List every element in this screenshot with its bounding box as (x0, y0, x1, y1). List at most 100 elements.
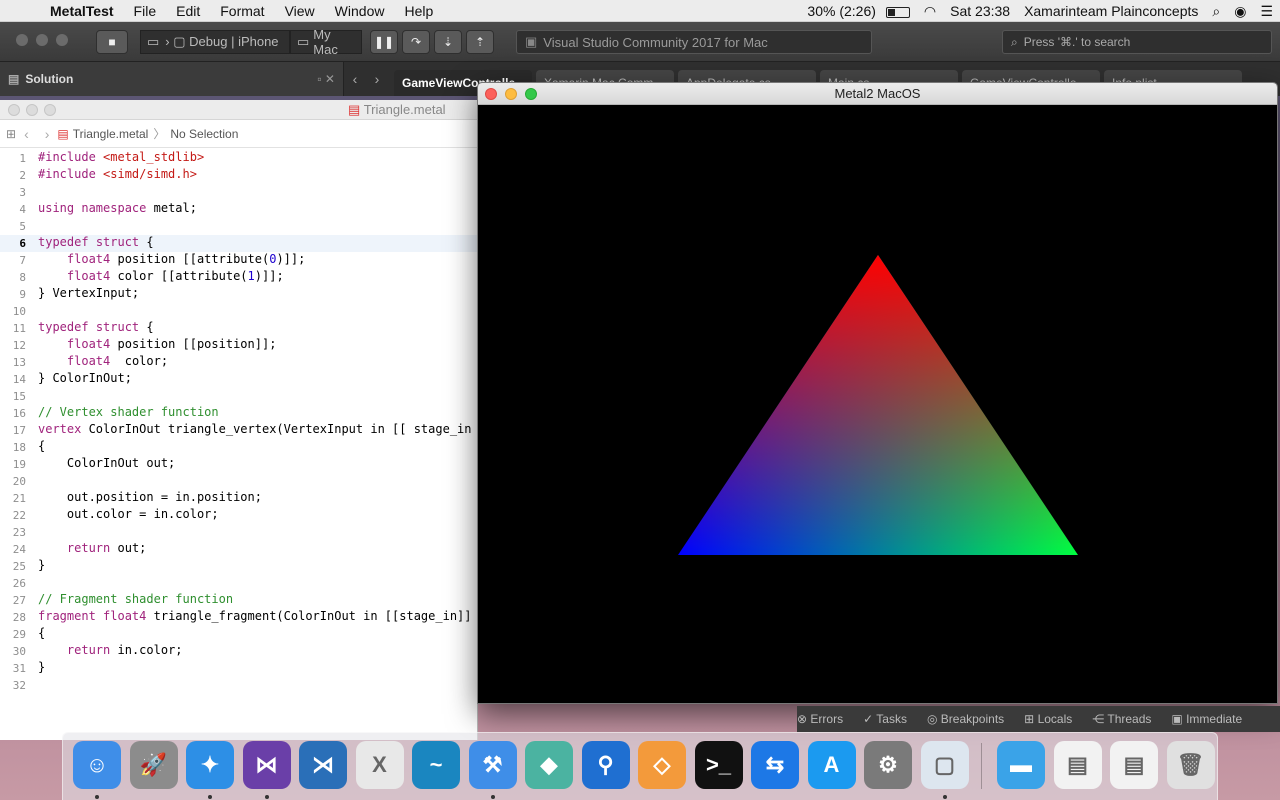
code-line[interactable]: } ColorInOut; (38, 371, 132, 385)
code-line[interactable]: typedef struct { (38, 235, 154, 249)
minimize-button[interactable] (505, 88, 517, 100)
line-number: 7 (19, 254, 26, 267)
user-name[interactable]: Xamarinteam Plainconcepts (1017, 3, 1205, 19)
pad-options-icon[interactable]: ▫ ✕ (317, 72, 335, 86)
step-into-button[interactable]: ⇣ (434, 29, 462, 54)
code-line[interactable]: out.position = in.position; (38, 490, 262, 504)
vs-code-icon[interactable]: ⋊ (299, 741, 347, 789)
preview-icon[interactable]: ▢ (920, 741, 969, 789)
target-selector[interactable]: ▭ My Mac (290, 27, 362, 57)
system-preferences-icon[interactable]: ⚙ (864, 741, 912, 789)
clock[interactable]: Sat 23:38 (943, 3, 1017, 19)
zoom-button[interactable] (525, 88, 537, 100)
code-line[interactable]: typedef struct { (38, 320, 154, 334)
app-design-icon[interactable]: ◆ (525, 741, 573, 789)
trash-icon[interactable]: 🗑 (1166, 741, 1215, 789)
code-line[interactable]: // Vertex shader function (38, 405, 219, 419)
xamarin-icon[interactable]: X (355, 741, 404, 789)
line-number: 1 (19, 152, 26, 165)
close-light[interactable] (8, 104, 20, 116)
errors-pad[interactable]: ⊗ Errors (797, 712, 843, 726)
step-over-button[interactable]: ↷ (402, 29, 430, 54)
nav-forward-icon[interactable]: › (45, 126, 50, 142)
code-line[interactable]: } VertexInput; (38, 286, 139, 300)
solution-title[interactable]: Solution (25, 72, 73, 86)
related-items-icon[interactable]: ⊞ (6, 127, 16, 141)
search-input[interactable]: ⌕ Press '⌘.' to search (1002, 30, 1272, 54)
nav-back-icon[interactable]: ‹ (24, 126, 29, 142)
folder-icon[interactable]: ▬ (997, 741, 1045, 789)
line-number: 17 (12, 424, 26, 437)
code-line[interactable]: return in.color; (38, 643, 183, 657)
code-line[interactable]: vertex ColorInOut triangle_vertex(Vertex… (38, 422, 472, 436)
zoom-light[interactable] (44, 104, 56, 116)
menu-file[interactable]: File (124, 3, 167, 19)
line-number: 8 (19, 271, 26, 284)
zoom-light[interactable] (56, 34, 68, 46)
solution-icon: ▤ (8, 72, 20, 86)
code-line[interactable]: return out; (38, 541, 146, 555)
code-line[interactable]: #include <simd/simd.h> (38, 167, 197, 181)
code-line[interactable]: // Fragment shader function (38, 592, 233, 606)
wifi-icon[interactable]: ◠ (917, 3, 943, 20)
locals-pad[interactable]: ⊞ Locals (1024, 712, 1072, 726)
path-file[interactable]: Triangle.metal (73, 127, 149, 141)
pause-button[interactable]: ❚❚ (370, 29, 398, 54)
breakpoints-pad[interactable]: ◎ Breakpoints (927, 712, 1004, 726)
step-out-button[interactable]: ⇡ (466, 29, 494, 54)
code-line[interactable]: using namespace metal; (38, 201, 197, 215)
code-line[interactable]: } (38, 558, 45, 572)
launchpad-icon[interactable]: 🚀 (129, 741, 178, 789)
line-number: 24 (12, 543, 26, 556)
xcode-icon[interactable]: ⚒ (468, 741, 517, 789)
metal-window[interactable]: Metal2 MacOS (477, 82, 1278, 704)
code-line[interactable]: { (38, 439, 45, 453)
notification-center-icon[interactable]: ☰ (1253, 3, 1280, 20)
minimize-light[interactable] (26, 104, 38, 116)
finder-icon[interactable]: ☺ (73, 741, 121, 789)
line-number: 12 (12, 339, 26, 352)
immediate-pad[interactable]: ▣ Immediate (1171, 712, 1242, 726)
code-line[interactable]: } (38, 660, 45, 674)
render-canvas[interactable] (478, 105, 1278, 704)
safari-icon[interactable]: ✦ (186, 741, 234, 789)
code-line[interactable]: float4 color; (38, 354, 168, 368)
metal-file-icon: ▤ (57, 126, 69, 141)
terminal-icon[interactable]: >_ (694, 741, 743, 789)
stop-button[interactable]: ■ (96, 29, 128, 54)
threads-pad[interactable]: ⋲ Threads (1092, 712, 1151, 726)
tab-back-icon[interactable]: ‹ (344, 71, 366, 87)
tasks-pad[interactable]: ✓ Tasks (863, 712, 907, 726)
minimize-light[interactable] (36, 34, 48, 46)
code-line[interactable]: float4 position [[attribute(0)]]; (38, 252, 305, 266)
code-line[interactable]: float4 position [[position]]; (38, 337, 277, 351)
menu-app[interactable]: MetalTest (40, 3, 124, 19)
code-line[interactable]: float4 color [[attribute(1)]]; (38, 269, 284, 283)
path-selection[interactable]: No Selection (170, 127, 238, 141)
screenshots-icon[interactable]: ▤ (1053, 741, 1102, 789)
code-line[interactable]: { (38, 626, 45, 640)
code-line[interactable]: #include <metal_stdlib> (38, 150, 204, 164)
code-line[interactable]: fragment float4 triangle_fragment(ColorI… (38, 609, 472, 623)
menu-help[interactable]: Help (394, 3, 443, 19)
code-line[interactable]: ColorInOut out; (38, 456, 175, 470)
documents-icon[interactable]: ▤ (1110, 741, 1158, 789)
code-line[interactable]: out.color = in.color; (38, 507, 219, 521)
visual-studio-icon[interactable]: ⋈ (242, 741, 291, 789)
close-light[interactable] (16, 34, 28, 46)
tab-forward-icon[interactable]: › (366, 71, 388, 87)
menu-edit[interactable]: Edit (166, 3, 210, 19)
siri-icon[interactable]: ◉ (1227, 3, 1253, 20)
close-button[interactable] (485, 88, 497, 100)
zeplin-icon[interactable]: ◇ (638, 741, 686, 789)
menu-window[interactable]: Window (325, 3, 395, 19)
sourcetree-icon[interactable]: ⚲ (581, 741, 630, 789)
app-wave-icon[interactable]: ~ (412, 741, 460, 789)
app-store-icon[interactable]: A (807, 741, 856, 789)
battery-status[interactable]: 30% (2:26) (793, 3, 916, 19)
menu-view[interactable]: View (275, 3, 325, 19)
spotlight-icon[interactable]: ⌕ (1205, 3, 1227, 20)
teamviewer-icon[interactable]: ⇆ (751, 741, 799, 789)
menu-format[interactable]: Format (210, 3, 274, 19)
configuration-selector[interactable]: ▭ › ▢ Debug | iPhone (140, 29, 290, 54)
